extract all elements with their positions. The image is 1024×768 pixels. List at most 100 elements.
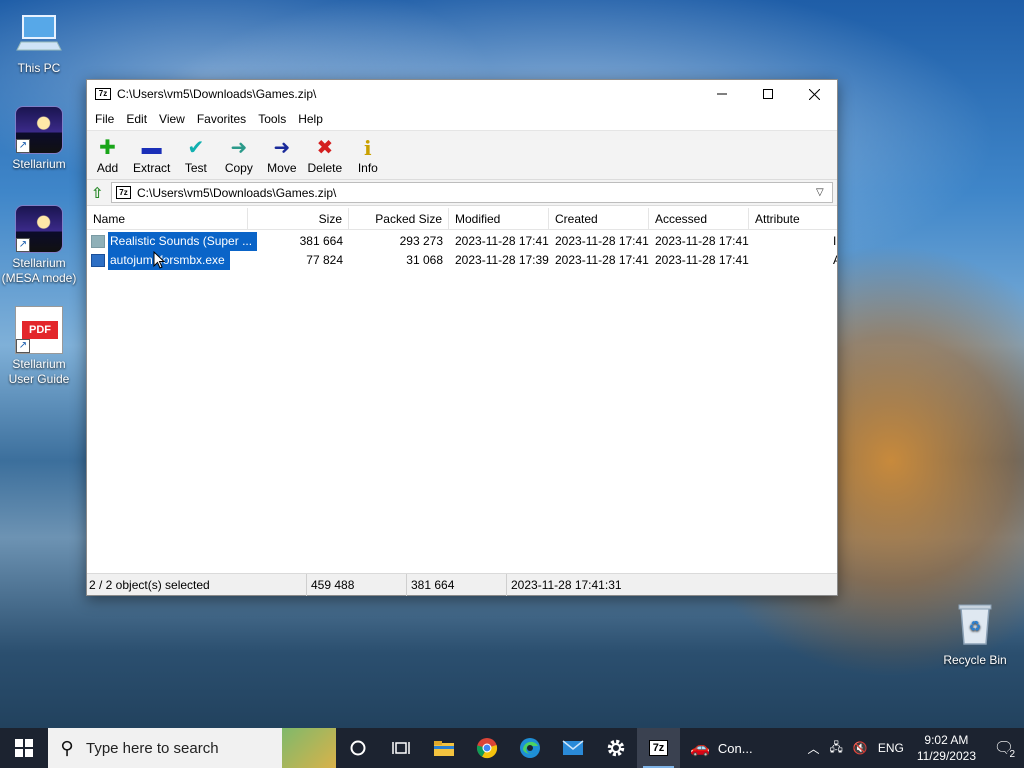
file-attribute: A (833, 251, 837, 270)
menu-edit[interactable]: Edit (120, 112, 153, 126)
row-name-cell: Realistic Sounds (Super ... (91, 232, 258, 251)
cortana-button[interactable] (336, 728, 379, 768)
menu-view[interactable]: View (153, 112, 191, 126)
column-attribute[interactable]: Attribute (749, 208, 837, 230)
move-button[interactable]: ➜ Move (264, 131, 299, 175)
mail-icon (562, 740, 583, 755)
table-row[interactable]: autojumpforsmbx.exe 77 824 31 068 2023-1… (87, 251, 837, 270)
start-button[interactable] (0, 728, 48, 768)
task-view-button[interactable] (379, 728, 422, 768)
network-icon[interactable]: 🖧 (824, 738, 847, 759)
address-path: C:\Users\vm5\Downloads\Games.zip\ (137, 185, 337, 200)
search-highlight-image (282, 728, 336, 768)
edge-button[interactable] (508, 728, 551, 768)
column-name[interactable]: Name (87, 208, 248, 230)
folder-up-icon[interactable]: ⇧ (91, 184, 111, 202)
file-list[interactable]: Name Size Packed Size Modified Created A… (87, 208, 837, 572)
desktop-icon-stellarium[interactable]: ↗ Stellarium (1, 106, 77, 172)
copy-icon: ➜ (230, 137, 248, 159)
archive-icon: 7z (116, 186, 131, 199)
status-selected: 2 / 2 object(s) selected (87, 574, 307, 596)
file-created: 2023-11-28 17:41 (555, 253, 649, 267)
extract-icon: ▬ (141, 137, 162, 159)
desktop-icon-stellarium-mesa[interactable]: ↗ Stellarium (MESA mode) (1, 205, 77, 286)
desktop-icon-this-pc[interactable]: This PC (1, 10, 77, 76)
chrome-button[interactable] (465, 728, 508, 768)
column-accessed[interactable]: Accessed (649, 208, 749, 230)
column-packed-size[interactable]: Packed Size (349, 208, 449, 230)
shortcut-arrow-icon: ↗ (16, 238, 30, 252)
desktop-icon-label: Recycle Bin (943, 653, 1007, 667)
column-size[interactable]: Size (248, 208, 349, 230)
running-app-label: Con... (717, 740, 753, 756)
shortcut-arrow-icon: ↗ (16, 139, 30, 153)
info-label: Info (357, 161, 378, 175)
notifications-button[interactable]: 🗨 2 (984, 738, 1024, 760)
pdf-tag: PDF (22, 321, 58, 339)
chevron-down-icon[interactable]: ▽ (816, 187, 832, 198)
shortcut-arrow-icon: ↗ (16, 339, 30, 353)
status-size: 459 488 (309, 574, 407, 596)
pdf-file-icon: PDF ↗ (15, 306, 63, 354)
desktop-icon-label: Stellarium (12, 157, 66, 171)
system-tray: ︿ 🖧 🔇 ENG 9:02 AM 11/29/2023 🗨 2 (802, 728, 1024, 768)
copy-button[interactable]: ➜ Copy (221, 131, 256, 175)
menu-help[interactable]: Help (292, 112, 329, 126)
status-date: 2023-11-28 17:41:31 (511, 578, 622, 592)
window-title: C:\Users\vm5\Downloads\Games.zip\ (117, 87, 317, 101)
close-button[interactable] (791, 80, 837, 108)
title-bar[interactable]: 7z C:\Users\vm5\Downloads\Games.zip\ (87, 80, 837, 108)
search-placeholder: Type here to search (86, 739, 219, 757)
status-packed: 381 664 (409, 574, 507, 596)
info-button[interactable]: i Info (350, 131, 385, 175)
file-name: autojumpforsmbx.exe (108, 251, 230, 270)
file-explorer-button[interactable] (422, 728, 465, 768)
menu-favorites[interactable]: Favorites (191, 112, 252, 126)
minimize-button[interactable] (699, 80, 745, 108)
settings-button[interactable] (594, 728, 637, 768)
mail-button[interactable] (551, 728, 594, 768)
info-icon: i (364, 136, 372, 160)
clock[interactable]: 9:02 AM 11/29/2023 (909, 732, 984, 764)
task-view-icon (391, 742, 410, 754)
test-icon: ✔ (187, 137, 205, 159)
add-label: Add (96, 161, 119, 175)
extract-button[interactable]: ▬ Extract (133, 131, 170, 175)
menu-file[interactable]: File (89, 112, 120, 126)
add-button[interactable]: ✚ Add (90, 131, 125, 175)
7zip-taskbar-button[interactable]: 7z (637, 728, 680, 768)
delete-label: Delete (307, 161, 343, 175)
menu-tools[interactable]: Tools (252, 112, 292, 126)
file-accessed: 2023-11-28 17:41 (655, 234, 749, 248)
desktop-icon-stellarium-guide[interactable]: PDF ↗ Stellarium User Guide (1, 306, 77, 387)
file-accessed: 2023-11-28 17:41 (655, 253, 749, 267)
running-app-button[interactable]: 🚗 Con... (680, 728, 772, 768)
column-created[interactable]: Created (549, 208, 649, 230)
move-icon: ➜ (273, 137, 291, 159)
maximize-button[interactable] (745, 80, 791, 108)
gear-icon (607, 739, 624, 757)
address-field[interactable]: 7z C:\Users\vm5\Downloads\Games.zip\ ▽ (111, 182, 833, 203)
delete-button[interactable]: ✖ Delete (307, 131, 343, 175)
desktop-icon-label: Stellarium User Guide (8, 357, 70, 386)
column-modified[interactable]: Modified (449, 208, 549, 230)
clock-date: 11/29/2023 (916, 749, 976, 763)
test-label: Test (184, 161, 207, 175)
menu-bar: File Edit View Favorites Tools Help (87, 108, 837, 130)
file-packed-size: 31 068 (406, 253, 443, 267)
chrome-icon (476, 738, 497, 759)
language-indicator[interactable]: ENG (873, 741, 909, 755)
taskbar-search-box[interactable]: ⚲ Type here to search (48, 728, 336, 768)
volume-muted-icon[interactable]: 🔇 (848, 741, 873, 755)
table-row[interactable]: Realistic Sounds (Super ... 381 664 293 … (87, 232, 837, 251)
edge-icon (519, 738, 540, 758)
desktop-icon-recycle-bin[interactable]: ♻ Recycle Bin (937, 602, 1013, 668)
address-bar: ⇧ 7z C:\Users\vm5\Downloads\Games.zip\ ▽ (87, 180, 837, 206)
file-attribute: I (833, 234, 837, 248)
desktop-icon-label: This PC (17, 61, 61, 75)
chevron-up-icon[interactable]: ︿ (802, 740, 824, 757)
test-button[interactable]: ✔ Test (178, 131, 213, 175)
toolbar: ✚ Add ▬ Extract ✔ Test ➜ Copy ➜ Move ✖ D… (87, 130, 837, 180)
computer-icon (15, 10, 63, 58)
7zip-icon: 7z (648, 740, 669, 756)
